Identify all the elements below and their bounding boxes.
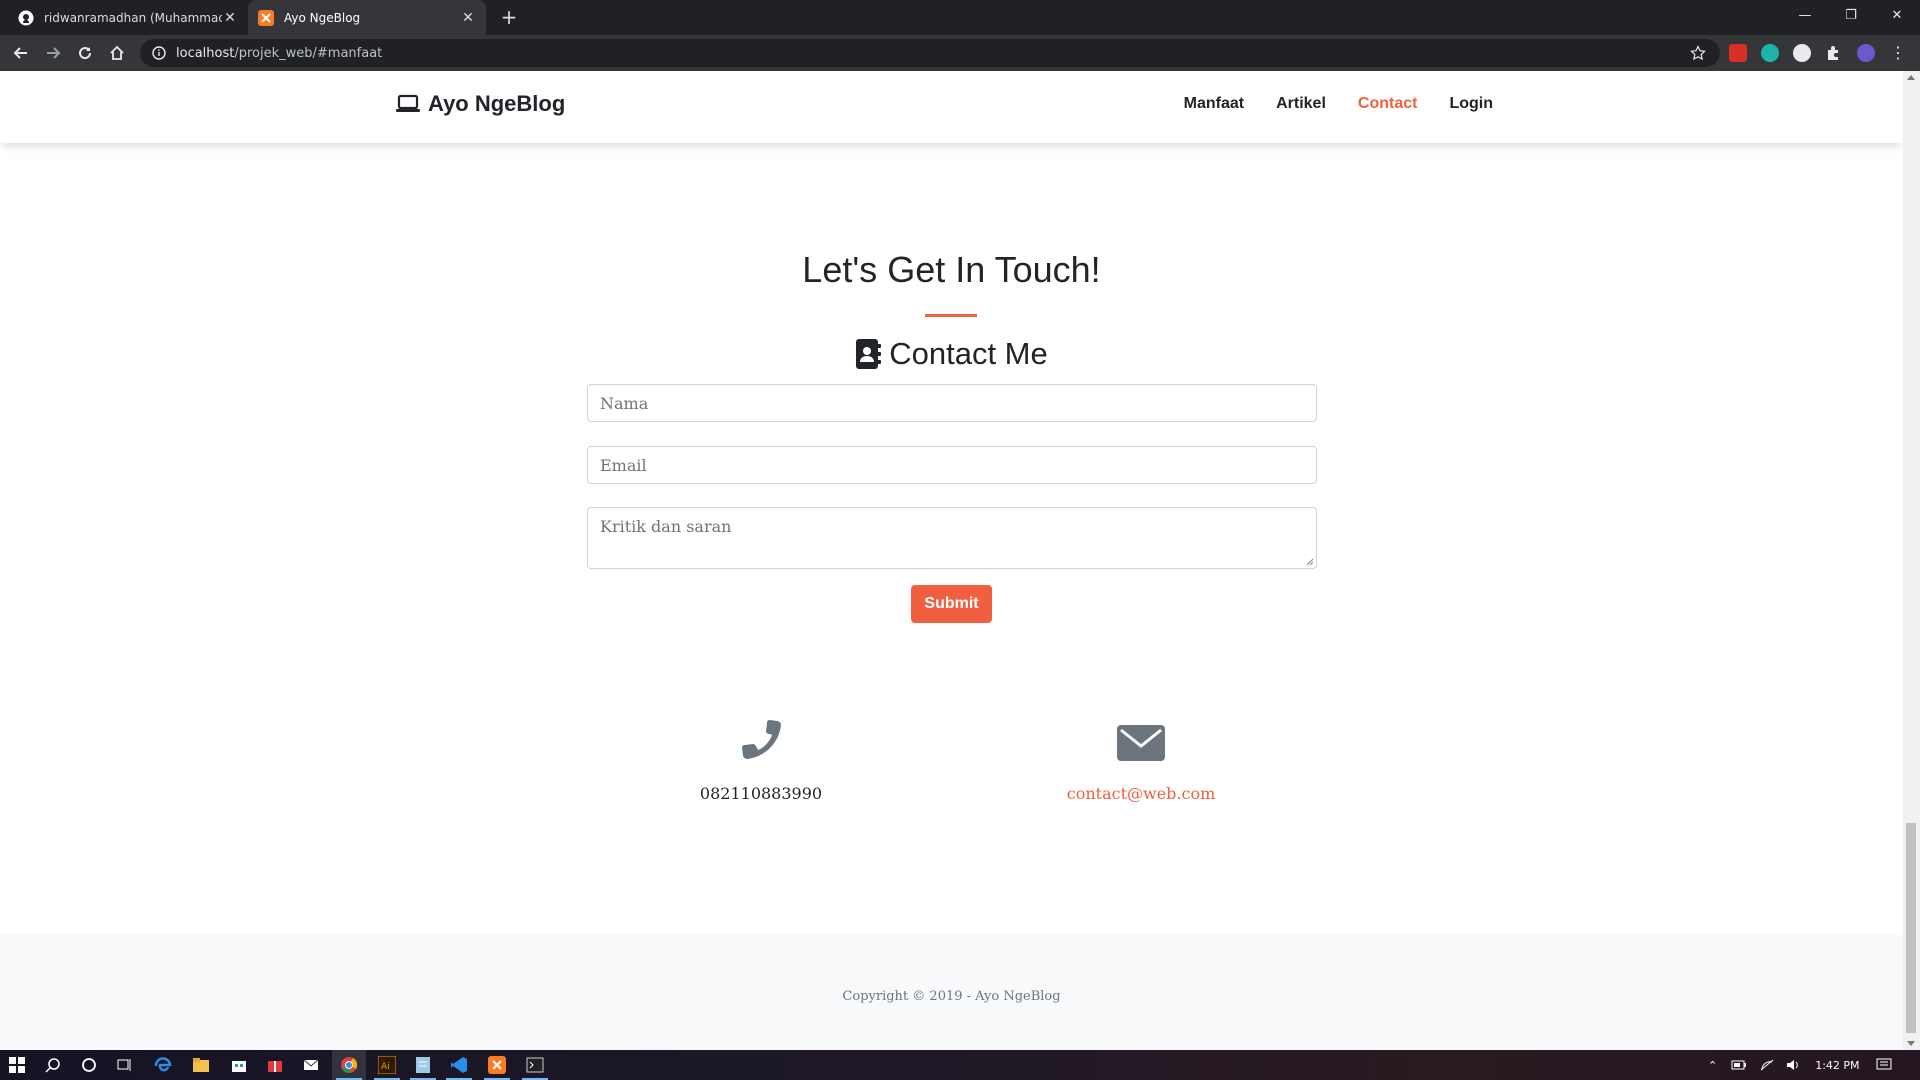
contact-heading-text: Contact Me (889, 336, 1048, 371)
windows-start-icon[interactable] (0, 1050, 34, 1080)
brand-name: Ayo NgeBlog (428, 91, 566, 116)
scroll-down-icon[interactable] (1907, 1041, 1915, 1046)
chevron-up-icon[interactable]: ⌃ (1708, 1059, 1717, 1072)
browser-toolbar: localhost/projek_web/#manfaat ⋮ (0, 35, 1920, 71)
contact-heading: Contact Me (0, 336, 1903, 372)
svg-text:Ai: Ai (381, 1062, 390, 1072)
illustrator-icon[interactable]: Ai (370, 1050, 404, 1080)
browser-tab-strip: ridwanramadhan (Muhammad Ri ✕ Ayo NgeBlo… (0, 0, 1920, 35)
cortana-icon[interactable] (72, 1050, 106, 1080)
profile-avatar[interactable] (1857, 44, 1875, 62)
menu-kebab-icon[interactable]: ⋮ (1889, 44, 1907, 62)
back-arrow-icon (13, 47, 27, 59)
minimize-button[interactable]: — (1782, 0, 1828, 30)
xampp-icon (258, 9, 274, 26)
url-text: localhost/projek_web/#manfaat (176, 45, 383, 61)
battery-icon[interactable] (1731, 1060, 1747, 1070)
pocket-extension-icon[interactable] (1729, 44, 1747, 62)
restore-button[interactable]: ❐ (1828, 0, 1874, 30)
name-placeholder: Nama (600, 393, 649, 413)
nav-link-manfaat[interactable]: Manfaat (1184, 95, 1244, 113)
reload-button[interactable] (72, 40, 98, 66)
message-textarea[interactable]: Kritik dan saran (587, 507, 1317, 569)
email-placeholder: Email (600, 455, 647, 475)
page-scrollbar[interactable] (1903, 71, 1920, 1050)
extensions-puzzle-icon[interactable] (1825, 44, 1843, 62)
edge-icon[interactable] (146, 1050, 180, 1080)
copyright-text: Copyright © 2019 - Ayo NgeBlog (842, 989, 1061, 1004)
name-input[interactable]: Nama (587, 384, 1317, 422)
phone-number: 082110883990 (699, 784, 823, 803)
nav-link-contact[interactable]: Contact (1358, 95, 1418, 113)
email-input[interactable]: Email (587, 446, 1317, 484)
nav-link-login[interactable]: Login (1449, 95, 1493, 113)
vscode-icon[interactable] (442, 1050, 476, 1080)
phone-icon (742, 720, 781, 759)
forward-button[interactable] (40, 40, 66, 66)
new-tab-button[interactable]: + (496, 6, 522, 30)
close-icon[interactable]: ✕ (222, 10, 238, 26)
volume-icon[interactable] (1785, 1058, 1801, 1072)
back-button[interactable] (8, 40, 34, 66)
address-book-icon (856, 339, 882, 369)
home-icon (110, 45, 124, 60)
gift-icon[interactable] (258, 1050, 292, 1080)
tab-title: ridwanramadhan (Muhammad Ri (44, 10, 222, 25)
wifi-icon[interactable] (1759, 1058, 1775, 1072)
github-icon (18, 10, 34, 26)
laptop-icon (396, 94, 420, 112)
mail-icon[interactable] (294, 1050, 328, 1080)
circle-extension-icon[interactable] (1793, 44, 1811, 62)
windows-taskbar: Ai ⌃ 1:42 PM (0, 1050, 1920, 1080)
store-icon[interactable] (222, 1050, 256, 1080)
bookmark-star-icon[interactable] (1690, 45, 1706, 61)
clock-time[interactable]: 1:42 PM (1815, 1059, 1859, 1072)
action-center-icon[interactable] (1876, 1050, 1892, 1080)
forward-arrow-icon (47, 47, 61, 59)
resize-handle-icon[interactable] (1306, 558, 1314, 566)
xampp-icon[interactable] (480, 1050, 514, 1080)
tab-title: Ayo NgeBlog (284, 10, 361, 25)
scroll-up-icon[interactable] (1907, 75, 1915, 80)
m-extension-icon[interactable] (1761, 44, 1779, 62)
info-icon[interactable] (152, 46, 166, 60)
reload-icon (79, 47, 92, 60)
site-footer: Copyright © 2019 - Ayo NgeBlog (0, 935, 1903, 1050)
message-placeholder: Kritik dan saran (600, 517, 732, 536)
brand-link[interactable]: Ayo NgeBlog (396, 91, 565, 117)
tab-ayo-ngeblog[interactable]: Ayo NgeBlog ✕ (248, 0, 486, 35)
scrollbar-thumb[interactable] (1906, 823, 1916, 1033)
web-page: Ayo NgeBlog Manfaat Artikel Contact Logi… (0, 71, 1903, 1050)
nav-menu: Manfaat Artikel Contact Login (1152, 95, 1493, 113)
system-tray: ⌃ 1:42 PM (1708, 1050, 1860, 1080)
task-view-icon[interactable] (108, 1050, 142, 1080)
email-link[interactable]: contact@web.com (1041, 784, 1241, 803)
terminal-icon[interactable] (518, 1050, 552, 1080)
site-navbar: Ayo NgeBlog Manfaat Artikel Contact Logi… (0, 71, 1903, 143)
close-window-button[interactable]: ✕ (1874, 0, 1920, 30)
envelope-icon (1117, 725, 1165, 761)
title-divider (925, 314, 977, 317)
section-title: Let's Get In Touch! (802, 249, 1101, 290)
file-explorer-icon[interactable] (184, 1050, 218, 1080)
home-button[interactable] (104, 40, 130, 66)
notes-icon[interactable] (406, 1050, 440, 1080)
search-icon[interactable] (36, 1050, 70, 1080)
submit-button[interactable]: Submit (911, 585, 992, 623)
address-bar[interactable]: localhost/projek_web/#manfaat (140, 39, 1720, 67)
tab-github[interactable]: ridwanramadhan (Muhammad Ri ✕ (8, 0, 248, 35)
close-icon[interactable]: ✕ (460, 10, 476, 26)
nav-link-artikel[interactable]: Artikel (1276, 95, 1326, 113)
chrome-icon[interactable] (332, 1050, 366, 1080)
